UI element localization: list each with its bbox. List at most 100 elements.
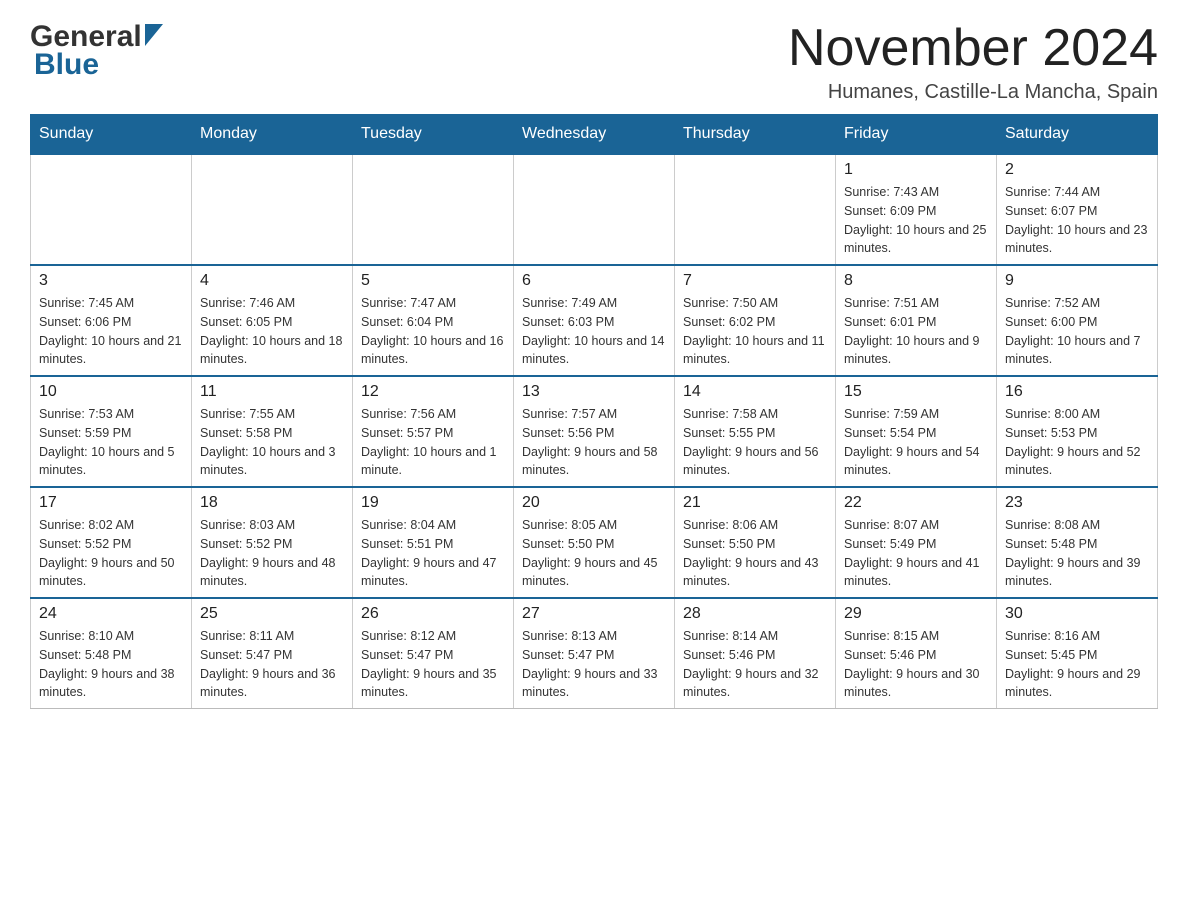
col-header-tuesday: Tuesday — [353, 115, 514, 155]
day-number: 24 — [39, 605, 183, 623]
day-info: Sunrise: 7:55 AM Sunset: 5:58 PM Dayligh… — [200, 405, 344, 480]
col-header-sunday: Sunday — [31, 115, 192, 155]
calendar-day: 22 Sunrise: 8:07 AM Sunset: 5:49 PM Dayli… — [836, 487, 997, 598]
col-header-wednesday: Wednesday — [514, 115, 675, 155]
calendar-day: 27Sunrise: 8:13 AM Sunset: 5:47 PM Dayli… — [514, 598, 675, 709]
day-info: Sunrise: 8:04 AM Sunset: 5:51 PM Dayligh… — [361, 516, 505, 591]
day-number: 17 — [39, 494, 183, 512]
calendar-day: 30Sunrise: 8:16 AM Sunset: 5:45 PM Dayli… — [997, 598, 1158, 709]
calendar-day: 18 Sunrise: 8:03 AM Sunset: 5:52 PM Dayli… — [192, 487, 353, 598]
day-info: Sunrise: 8:07 AM Sunset: 5:49 PM Dayligh… — [844, 516, 988, 591]
month-title: November 2024 — [788, 20, 1158, 77]
day-info: Sunrise: 7:49 AM Sunset: 6:03 PM Dayligh… — [522, 294, 666, 369]
calendar-week-2: 3 Sunrise: 7:45 AM Sunset: 6:06 PM Daylig… — [31, 265, 1158, 376]
day-number: 15 — [844, 383, 988, 401]
day-info: Sunrise: 7:53 AM Sunset: 5:59 PM Dayligh… — [39, 405, 183, 480]
calendar-day: 16 Sunrise: 8:00 AM Sunset: 5:53 PM Dayli… — [997, 376, 1158, 487]
calendar-day: 5 Sunrise: 7:47 AM Sunset: 6:04 PM Daylig… — [353, 265, 514, 376]
calendar-day: 2Sunrise: 7:44 AM Sunset: 6:07 PM Daylig… — [997, 154, 1158, 265]
day-info: Sunrise: 8:00 AM Sunset: 5:53 PM Dayligh… — [1005, 405, 1149, 480]
day-info: Sunrise: 8:08 AM Sunset: 5:48 PM Dayligh… — [1005, 516, 1149, 591]
day-number: 23 — [1005, 494, 1149, 512]
calendar-day: 13 Sunrise: 7:57 AM Sunset: 5:56 PM Dayli… — [514, 376, 675, 487]
day-info: Sunrise: 8:12 AM Sunset: 5:47 PM Dayligh… — [361, 627, 505, 702]
calendar-day: 24 Sunrise: 8:10 AM Sunset: 5:48 PM Dayli… — [31, 598, 192, 709]
day-info: Sunrise: 7:52 AM Sunset: 6:00 PM Dayligh… — [1005, 294, 1149, 369]
day-number: 16 — [1005, 383, 1149, 401]
day-number: 12 — [361, 383, 505, 401]
calendar-day: 4 Sunrise: 7:46 AM Sunset: 6:05 PM Daylig… — [192, 265, 353, 376]
calendar-day: 3 Sunrise: 7:45 AM Sunset: 6:06 PM Daylig… — [31, 265, 192, 376]
calendar-day: 12 Sunrise: 7:56 AM Sunset: 5:57 PM Dayli… — [353, 376, 514, 487]
day-number: 3 — [39, 272, 183, 290]
day-info: Sunrise: 8:15 AM Sunset: 5:46 PM Dayligh… — [844, 627, 988, 702]
day-info: Sunrise: 7:58 AM Sunset: 5:55 PM Dayligh… — [683, 405, 827, 480]
day-number: 5 — [361, 272, 505, 290]
calendar-day: 1 Sunrise: 7:43 AM Sunset: 6:09 PM Daylig… — [836, 154, 997, 265]
day-info: Sunrise: 7:45 AM Sunset: 6:06 PM Dayligh… — [39, 294, 183, 369]
day-info: Sunrise: 7:47 AM Sunset: 6:04 PM Dayligh… — [361, 294, 505, 369]
day-info: Sunrise: 8:05 AM Sunset: 5:50 PM Dayligh… — [522, 516, 666, 591]
calendar-header-row: SundayMondayTuesdayWednesdayThursdayFrid… — [31, 115, 1158, 155]
calendar-day — [192, 154, 353, 265]
day-number: 14 — [683, 383, 827, 401]
day-number: 18 — [200, 494, 344, 512]
day-info: Sunrise: 8:16 AM Sunset: 5:45 PM Dayligh… — [1005, 627, 1149, 702]
day-number: 4 — [200, 272, 344, 290]
calendar-day — [514, 154, 675, 265]
day-info: Sunrise: 8:10 AM Sunset: 5:48 PM Dayligh… — [39, 627, 183, 702]
day-number: 29 — [844, 605, 988, 623]
location-text: Humanes, Castille-La Mancha, Spain — [788, 81, 1158, 104]
day-info: Sunrise: 8:06 AM Sunset: 5:50 PM Dayligh… — [683, 516, 827, 591]
day-info: Sunrise: 7:51 AM Sunset: 6:01 PM Dayligh… — [844, 294, 988, 369]
day-number: 8 — [844, 272, 988, 290]
day-number: 6 — [522, 272, 666, 290]
calendar-day: 29 Sunrise: 8:15 AM Sunset: 5:46 PM Dayli… — [836, 598, 997, 709]
calendar-day: 17 Sunrise: 8:02 AM Sunset: 5:52 PM Dayli… — [31, 487, 192, 598]
page-header: General Blue November 2024 Humanes, Cast… — [30, 20, 1158, 104]
title-section: November 2024 Humanes, Castille-La Manch… — [788, 20, 1158, 104]
day-number: 26 — [361, 605, 505, 623]
calendar-day — [675, 154, 836, 265]
calendar-day: 6 Sunrise: 7:49 AM Sunset: 6:03 PM Daylig… — [514, 265, 675, 376]
calendar-day — [31, 154, 192, 265]
col-header-friday: Friday — [836, 115, 997, 155]
logo-blue-text: Blue — [34, 48, 99, 82]
day-info: Sunrise: 8:02 AM Sunset: 5:52 PM Dayligh… — [39, 516, 183, 591]
calendar-week-3: 10Sunrise: 7:53 AM Sunset: 5:59 PM Dayli… — [31, 376, 1158, 487]
calendar-day: 26 Sunrise: 8:12 AM Sunset: 5:47 PM Dayli… — [353, 598, 514, 709]
day-info: Sunrise: 7:59 AM Sunset: 5:54 PM Dayligh… — [844, 405, 988, 480]
day-number: 25 — [200, 605, 344, 623]
day-info: Sunrise: 7:46 AM Sunset: 6:05 PM Dayligh… — [200, 294, 344, 369]
calendar-week-1: 1 Sunrise: 7:43 AM Sunset: 6:09 PM Daylig… — [31, 154, 1158, 265]
calendar-day: 7 Sunrise: 7:50 AM Sunset: 6:02 PM Daylig… — [675, 265, 836, 376]
day-number: 13 — [522, 383, 666, 401]
calendar-day: 8 Sunrise: 7:51 AM Sunset: 6:01 PM Daylig… — [836, 265, 997, 376]
day-info: Sunrise: 8:11 AM Sunset: 5:47 PM Dayligh… — [200, 627, 344, 702]
day-number: 28 — [683, 605, 827, 623]
calendar-day: 21 Sunrise: 8:06 AM Sunset: 5:50 PM Dayli… — [675, 487, 836, 598]
calendar-day — [353, 154, 514, 265]
day-number: 1 — [844, 161, 988, 179]
col-header-saturday: Saturday — [997, 115, 1158, 155]
day-number: 22 — [844, 494, 988, 512]
day-info: Sunrise: 8:03 AM Sunset: 5:52 PM Dayligh… — [200, 516, 344, 591]
calendar-day: 20Sunrise: 8:05 AM Sunset: 5:50 PM Dayli… — [514, 487, 675, 598]
calendar-week-5: 24 Sunrise: 8:10 AM Sunset: 5:48 PM Dayli… — [31, 598, 1158, 709]
calendar-day: 14 Sunrise: 7:58 AM Sunset: 5:55 PM Dayli… — [675, 376, 836, 487]
day-number: 19 — [361, 494, 505, 512]
calendar-day: 25 Sunrise: 8:11 AM Sunset: 5:47 PM Dayli… — [192, 598, 353, 709]
day-info: Sunrise: 7:44 AM Sunset: 6:07 PM Dayligh… — [1005, 183, 1149, 258]
calendar-day: 11Sunrise: 7:55 AM Sunset: 5:58 PM Dayli… — [192, 376, 353, 487]
calendar-table: SundayMondayTuesdayWednesdayThursdayFrid… — [30, 114, 1158, 709]
day-info: Sunrise: 7:50 AM Sunset: 6:02 PM Dayligh… — [683, 294, 827, 369]
calendar-day: 19 Sunrise: 8:04 AM Sunset: 5:51 PM Dayli… — [353, 487, 514, 598]
day-info: Sunrise: 7:43 AM Sunset: 6:09 PM Dayligh… — [844, 183, 988, 258]
day-info: Sunrise: 7:56 AM Sunset: 5:57 PM Dayligh… — [361, 405, 505, 480]
day-number: 21 — [683, 494, 827, 512]
logo: General Blue — [30, 20, 163, 82]
calendar-day: 23 Sunrise: 8:08 AM Sunset: 5:48 PM Dayli… — [997, 487, 1158, 598]
day-number: 7 — [683, 272, 827, 290]
calendar-week-4: 17 Sunrise: 8:02 AM Sunset: 5:52 PM Dayli… — [31, 487, 1158, 598]
day-info: Sunrise: 7:57 AM Sunset: 5:56 PM Dayligh… — [522, 405, 666, 480]
